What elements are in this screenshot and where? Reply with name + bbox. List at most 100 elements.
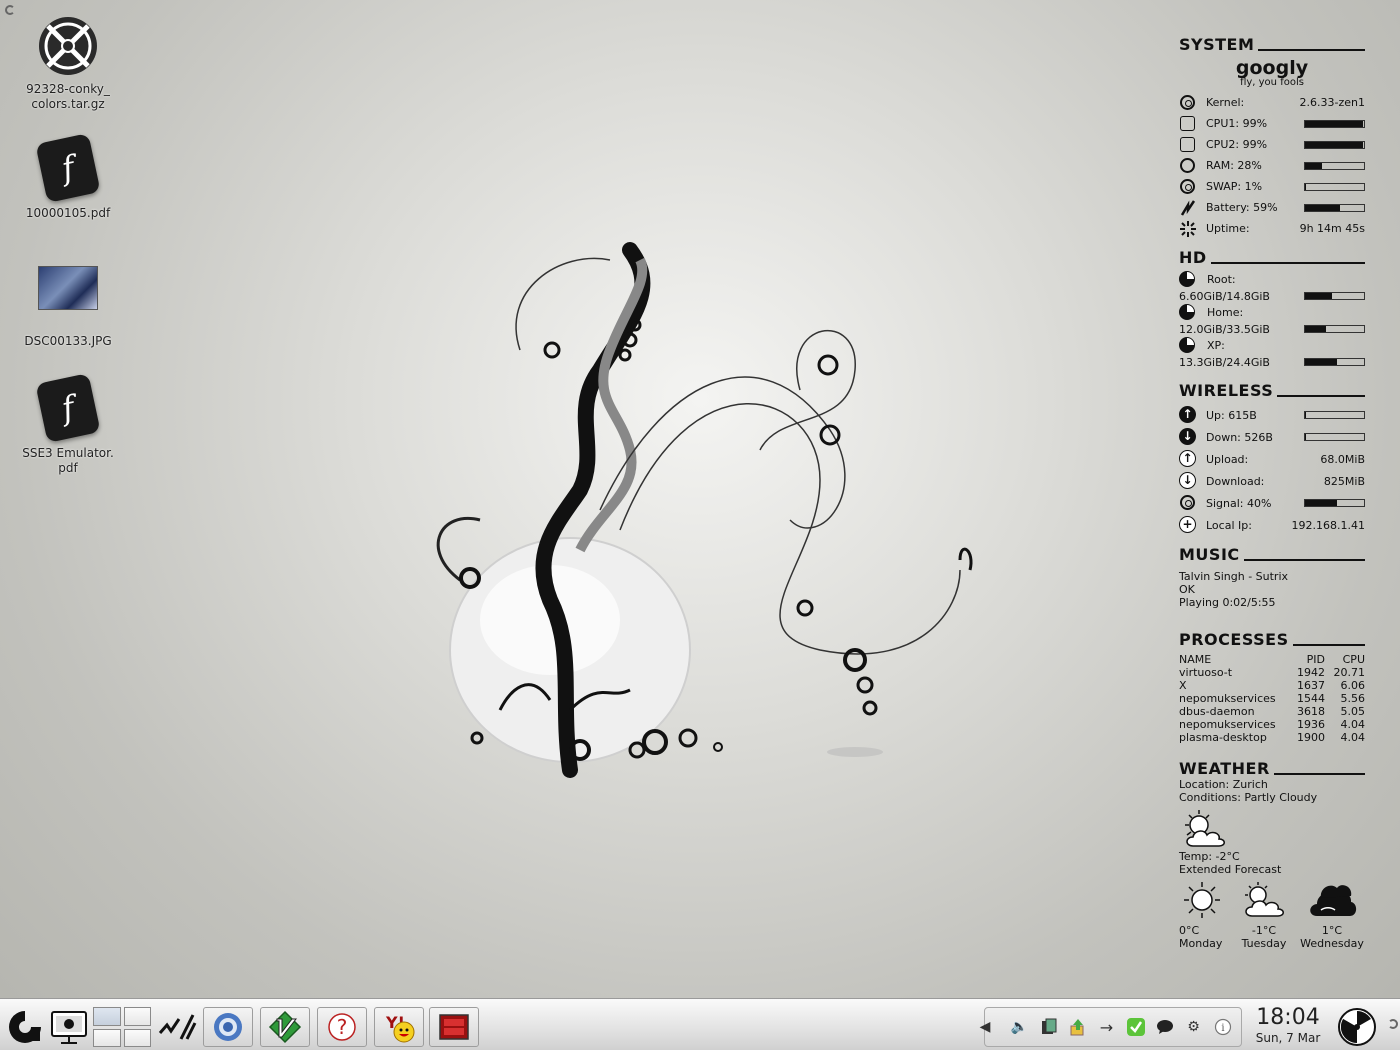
cloudy-icon bbox=[1310, 885, 1357, 916]
forecast-temp: 1°C bbox=[1321, 924, 1343, 937]
chromium-task[interactable] bbox=[203, 1007, 253, 1047]
hd-xp-label: XP: bbox=[1207, 339, 1225, 352]
hd-home-usage: 12.0GiB/33.5GiB bbox=[1179, 322, 1270, 336]
process-pid: 1936 bbox=[1297, 718, 1325, 731]
hd-root-label-row: Root: bbox=[1179, 271, 1365, 288]
battery-row: Battery: 59% bbox=[1179, 197, 1365, 218]
forecast-day: -1°C Tuesday bbox=[1234, 880, 1294, 950]
digital-clock[interactable]: 18:04 Sun, 7 Mar bbox=[1248, 1005, 1328, 1045]
uptime-label: Uptime: bbox=[1206, 222, 1250, 235]
forecast-temp: -1°C bbox=[1251, 924, 1277, 937]
terminal-task[interactable] bbox=[429, 1007, 479, 1047]
wireless-download-value: 825MiB bbox=[1323, 474, 1365, 488]
network-icon[interactable]: ⚙ bbox=[1184, 1017, 1204, 1037]
taskbar: ? Y! ◀ 🔈 → ⚙ i 18:04 Sun, 7 Mar bbox=[0, 998, 1400, 1050]
section-processes-title: PROCESSES bbox=[1179, 629, 1365, 649]
wireless-signal-bar bbox=[1304, 499, 1365, 507]
desktop: 92328-conky_ colors.tar.gz f 10000105.pdf… bbox=[0, 0, 1400, 998]
process-pid: 1900 bbox=[1297, 731, 1325, 744]
battery-label: Battery: 59% bbox=[1206, 201, 1278, 214]
upload-speed-icon: ↑ bbox=[1179, 406, 1197, 424]
swap-icon bbox=[1179, 178, 1197, 196]
kernel-value: 2.6.33-zen1 bbox=[1299, 96, 1365, 109]
kernel-row: Kernel: 2.6.33-zen1 bbox=[1179, 92, 1365, 113]
kernel-label: Kernel: bbox=[1206, 96, 1245, 109]
forecast-day-name: Tuesday bbox=[1241, 937, 1287, 950]
kde-menu-button[interactable] bbox=[2, 1007, 48, 1047]
panel-cashew-icon[interactable] bbox=[1388, 1019, 1398, 1029]
image-icon bbox=[36, 266, 100, 330]
download-speed-icon: ↓ bbox=[1179, 428, 1197, 446]
wireless-up-row: ↑ Up: 615B bbox=[1179, 404, 1365, 426]
hd-xp-usage-row: 13.3GiB/24.4GiB bbox=[1179, 354, 1365, 370]
desktop-1[interactable] bbox=[93, 1007, 121, 1026]
partly-cloudy-icon bbox=[1179, 808, 1365, 850]
process-cpu: 20.71 bbox=[1333, 666, 1366, 679]
yahoo-messenger-icon: Y! bbox=[385, 1013, 415, 1043]
usb-icon[interactable]: → bbox=[1097, 1017, 1117, 1037]
info-icon[interactable]: i bbox=[1213, 1017, 1233, 1037]
uptime-icon bbox=[1179, 220, 1197, 238]
radiation-button[interactable] bbox=[1334, 1007, 1380, 1047]
desktop-3[interactable] bbox=[93, 1028, 121, 1047]
process-cpu: 5.56 bbox=[1340, 692, 1366, 705]
wireless-upload-value: 68.0MiB bbox=[1320, 452, 1365, 466]
desktop-icon-label: 92328-conky_ colors.tar.gz bbox=[26, 82, 110, 111]
section-hd-title: HD bbox=[1179, 247, 1365, 267]
cpu2-row: CPU2: 99% bbox=[1179, 134, 1365, 155]
process-pid: 1544 bbox=[1297, 692, 1325, 705]
process-header-name: NAME bbox=[1179, 653, 1212, 666]
forecast-day-name: Monday bbox=[1179, 937, 1223, 950]
desktop-icon-label: DSC00133.JPG bbox=[24, 334, 112, 348]
desktop-icon-conky-archive[interactable]: 92328-conky_ colors.tar.gz bbox=[13, 14, 123, 112]
show-desktop-button[interactable] bbox=[46, 1007, 92, 1047]
table-row: nepomukservices 1936 4.04 bbox=[1179, 718, 1365, 731]
cpu2-label: CPU2: 99% bbox=[1206, 138, 1268, 151]
wireless-down-label: Down: 526B bbox=[1206, 430, 1273, 444]
hostname: googly bbox=[1235, 57, 1309, 79]
wireless-down-bar bbox=[1304, 433, 1365, 441]
hd-xp-bar bbox=[1304, 358, 1365, 366]
swap-bar bbox=[1304, 182, 1365, 191]
virtual-desktop-pager[interactable] bbox=[93, 1007, 151, 1047]
klipper-icon[interactable] bbox=[1039, 1017, 1059, 1037]
clock-time: 18:04 bbox=[1256, 1005, 1320, 1030]
update-icon[interactable] bbox=[1068, 1017, 1088, 1037]
yahoo-messenger-task[interactable]: Y! bbox=[374, 1007, 424, 1047]
desktop-icon-sse3-emulator[interactable]: f SSE3 Emulator. pdf bbox=[13, 373, 123, 476]
radiation-icon bbox=[1338, 1008, 1376, 1046]
tray-expand-arrow-icon[interactable]: ◀ bbox=[975, 1017, 995, 1037]
music-track: Talvin Singh - Sutrix bbox=[1179, 570, 1289, 583]
upload-total-icon: ↑ bbox=[1179, 450, 1197, 468]
activity-button[interactable] bbox=[154, 1007, 200, 1047]
help-task[interactable]: ? bbox=[317, 1007, 367, 1047]
desktop-2[interactable] bbox=[123, 1007, 151, 1026]
desktop-4[interactable] bbox=[123, 1028, 151, 1047]
desktop-icon-label: SSE3 Emulator. pdf bbox=[22, 446, 114, 475]
battery-bar bbox=[1304, 203, 1365, 212]
cpu1-bar bbox=[1304, 119, 1365, 128]
vim-task[interactable] bbox=[260, 1007, 310, 1047]
forecast-temp: 0°C bbox=[1179, 924, 1200, 937]
desktop-icon-pdf-10000105[interactable]: f 10000105.pdf bbox=[13, 133, 123, 221]
wireless-ip-label: Local Ip: bbox=[1206, 518, 1252, 532]
volume-icon[interactable]: 🔈 bbox=[1010, 1017, 1030, 1037]
wireless-upload-label: Upload: bbox=[1206, 452, 1249, 466]
ram-bar bbox=[1304, 161, 1365, 170]
music-info: Talvin Singh - Sutrix OK Playing 0:02/5:… bbox=[1179, 570, 1365, 609]
chat-icon[interactable] bbox=[1155, 1017, 1175, 1037]
desktop-icon-label: 10000105.pdf bbox=[25, 206, 111, 220]
cpu-icon bbox=[1179, 136, 1197, 154]
download-total-icon: ↓ bbox=[1179, 472, 1197, 490]
section-wireless-title: WIRELESS bbox=[1179, 380, 1365, 400]
kde-menu-icon bbox=[9, 1011, 41, 1043]
section-weather-title: WEATHER bbox=[1179, 758, 1365, 778]
disk-pie-icon bbox=[1179, 337, 1197, 354]
uptime-value: 9h 14m 45s bbox=[1299, 222, 1365, 235]
desktop-icon-dsc00133[interactable]: DSC00133.JPG bbox=[13, 258, 123, 349]
check-icon[interactable] bbox=[1126, 1017, 1146, 1037]
wireless-download-label: Download: bbox=[1206, 474, 1265, 488]
weather-temp: Temp: -2°C bbox=[1179, 850, 1240, 863]
ram-row: RAM: 28% bbox=[1179, 155, 1365, 176]
svg-text:?: ? bbox=[337, 1015, 348, 1039]
